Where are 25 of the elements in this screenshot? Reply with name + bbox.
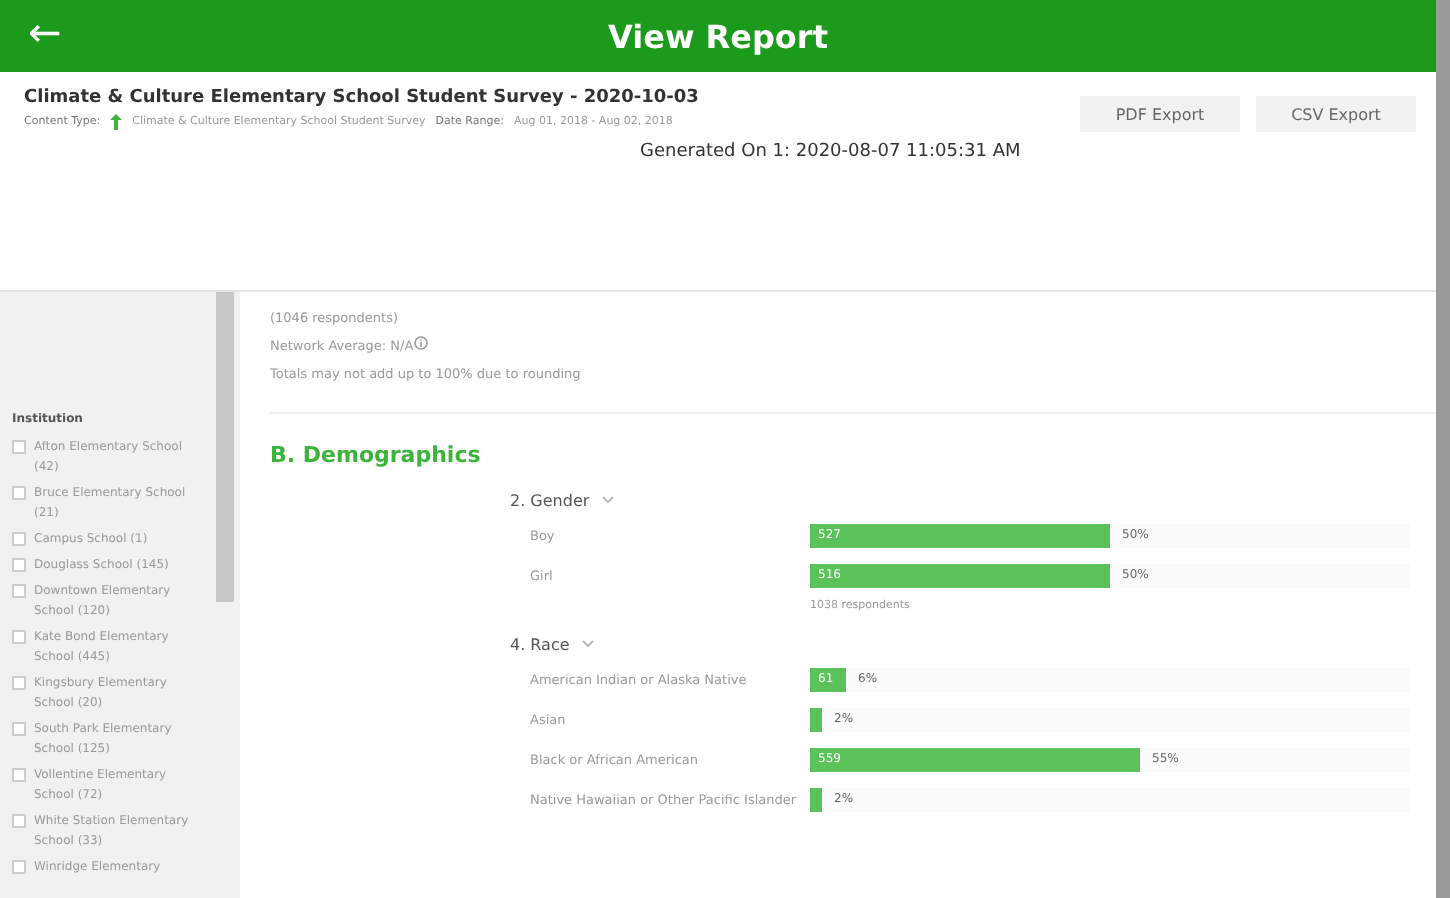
checkbox[interactable] bbox=[12, 584, 26, 598]
checkbox[interactable] bbox=[12, 814, 26, 828]
checkbox[interactable] bbox=[12, 860, 26, 874]
checkbox[interactable] bbox=[12, 486, 26, 500]
checkbox[interactable] bbox=[12, 532, 26, 546]
question-title: 2. Gender bbox=[510, 491, 590, 509]
checkbox[interactable] bbox=[12, 440, 26, 454]
info-icon[interactable] bbox=[413, 336, 428, 350]
back-button[interactable]: ← bbox=[20, 8, 70, 56]
generated-date: Generated On 1: 2020-08-07 11:05:31 AM bbox=[640, 142, 1023, 162]
export-button[interactable]: CSV Export bbox=[1256, 96, 1416, 132]
chevron-down-icon[interactable] bbox=[601, 496, 614, 504]
checkbox[interactable] bbox=[12, 768, 26, 782]
checkbox[interactable] bbox=[12, 722, 26, 736]
checkbox[interactable] bbox=[12, 676, 26, 690]
page-title: View Report bbox=[608, 17, 828, 55]
survey-icon bbox=[110, 114, 123, 130]
chevron-down-icon[interactable] bbox=[581, 640, 594, 648]
checkbox[interactable] bbox=[12, 630, 26, 644]
checkbox[interactable] bbox=[12, 558, 26, 572]
scrollbar[interactable] bbox=[216, 292, 234, 602]
question-title: 4. Race bbox=[510, 635, 570, 653]
export-button[interactable]: PDF Export bbox=[1080, 96, 1240, 132]
section-title: B. Demographics bbox=[270, 442, 483, 468]
report-title: Climate & Culture Elementary School Student Survey - 2020-10-03 bbox=[24, 88, 701, 108]
